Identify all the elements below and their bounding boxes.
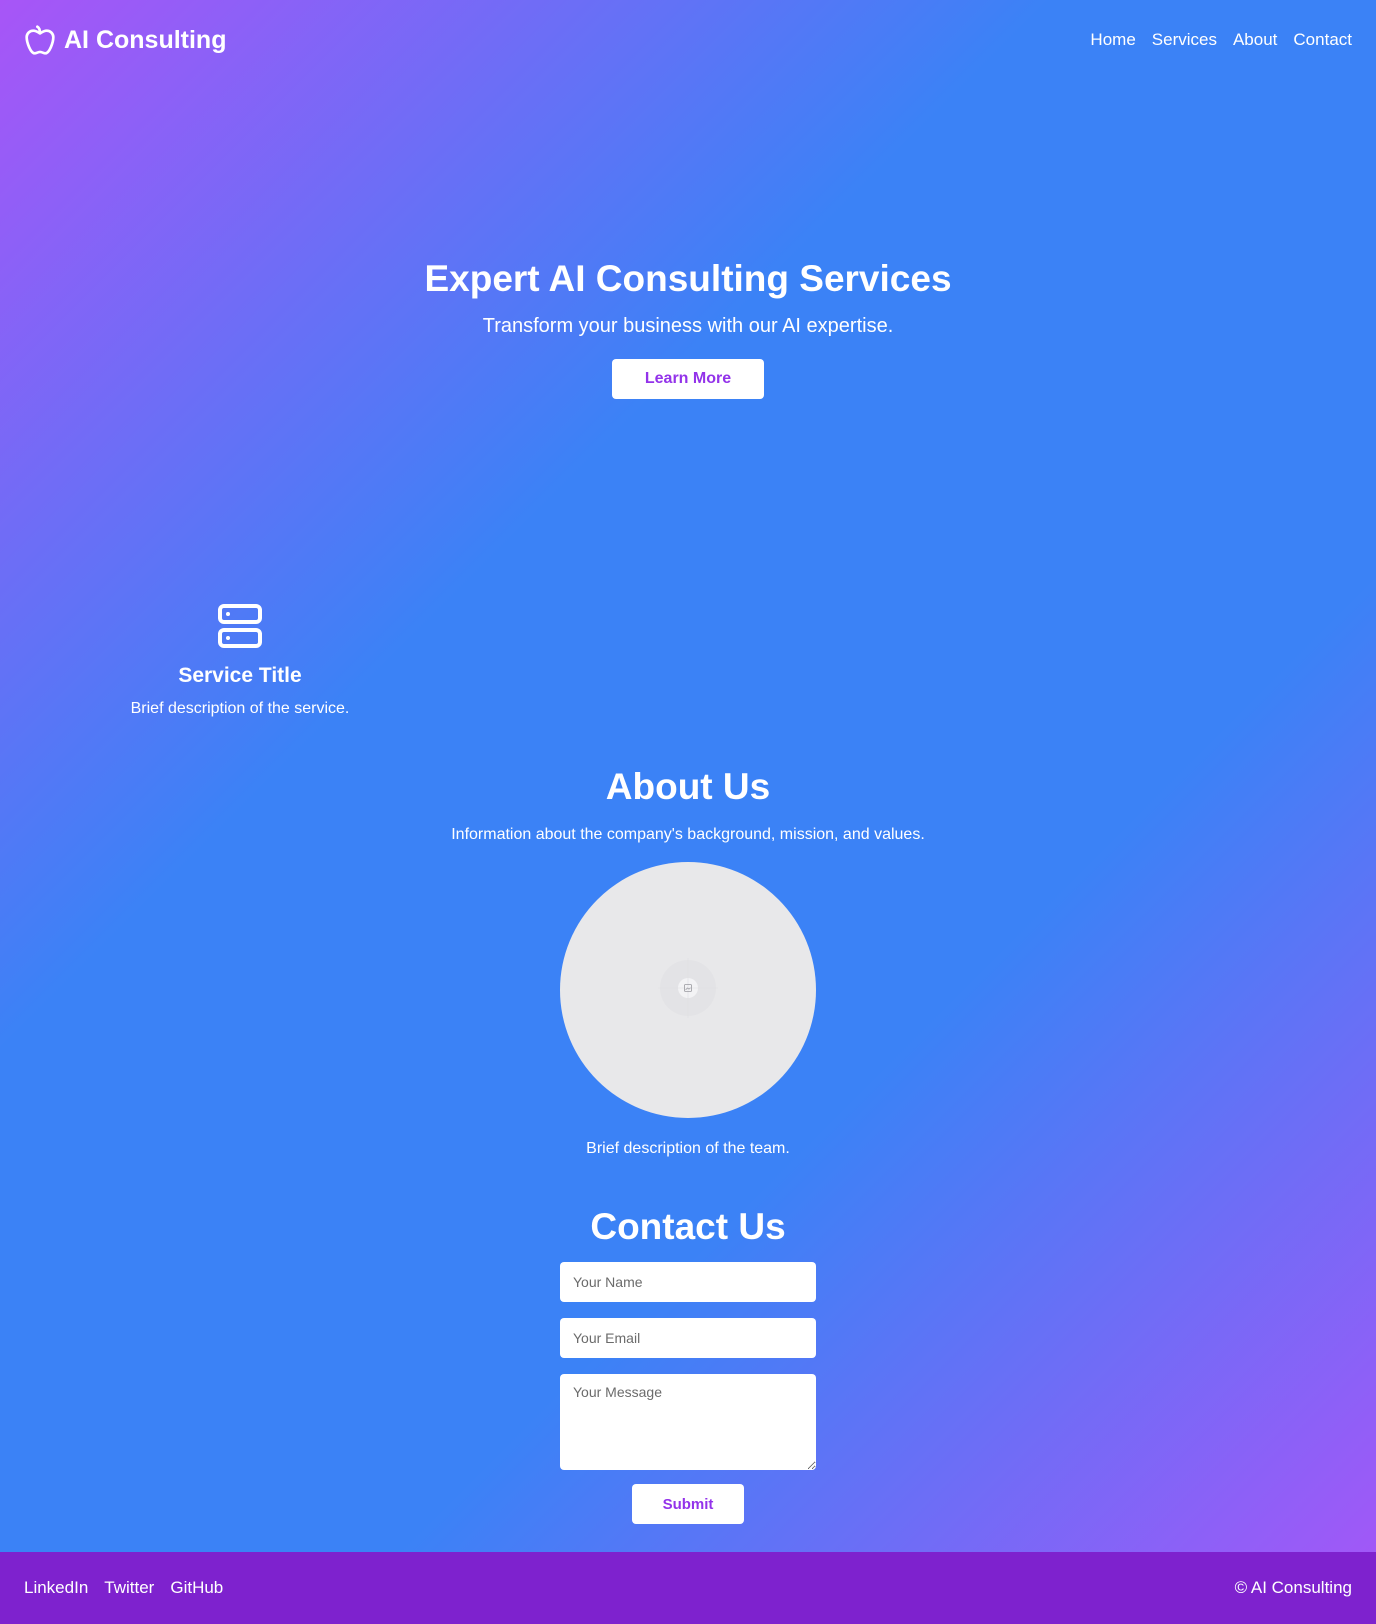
contact-title: Contact Us xyxy=(590,1206,786,1247)
name-input[interactable] xyxy=(560,1262,816,1302)
contact-section: Contact Us Submit xyxy=(0,1202,1376,1524)
nav-link-home[interactable]: Home xyxy=(1090,30,1135,50)
social-links: LinkedIn Twitter GitHub xyxy=(24,1578,223,1598)
footer-link-linkedin[interactable]: LinkedIn xyxy=(24,1578,88,1598)
email-input[interactable] xyxy=(560,1318,816,1358)
nav-link-contact[interactable]: Contact xyxy=(1293,30,1352,50)
submit-button[interactable]: Submit xyxy=(632,1484,744,1524)
hero-subtitle: Transform your business with our AI expe… xyxy=(482,315,894,337)
copyright-text: © AI Consulting xyxy=(1234,1578,1352,1597)
site-header: AI Consulting Home Services About Contac… xyxy=(0,0,1376,80)
team-description: Brief description of the team. xyxy=(586,1140,790,1157)
site-footer: LinkedIn Twitter GitHub © AI Consulting xyxy=(0,1552,1376,1624)
footer-link-github[interactable]: GitHub xyxy=(170,1578,223,1598)
nav-link-services[interactable]: Services xyxy=(1152,30,1217,50)
service-card: Service Title Brief description of the s… xyxy=(100,602,380,720)
about-text: Information about the company's backgrou… xyxy=(451,826,925,843)
learn-more-button[interactable]: Learn More xyxy=(612,359,764,399)
hero-section: Expert AI Consulting Services Transform … xyxy=(0,255,1376,399)
message-textarea[interactable] xyxy=(560,1374,816,1470)
hero-title: Expert AI Consulting Services xyxy=(424,258,952,299)
team-image xyxy=(560,862,816,1118)
brand[interactable]: AI Consulting xyxy=(24,24,226,56)
apple-icon xyxy=(24,24,56,56)
image-placeholder-icon xyxy=(658,957,718,1023)
nav-link-about[interactable]: About xyxy=(1233,30,1277,50)
service-description: Brief description of the service. xyxy=(130,700,350,717)
footer-link-twitter[interactable]: Twitter xyxy=(104,1578,154,1598)
server-icon xyxy=(216,602,264,650)
main-nav: Home Services About Contact xyxy=(1090,30,1352,50)
about-title: About Us xyxy=(605,766,771,807)
service-title: Service Title xyxy=(178,664,302,687)
about-section: About Us Information about the company's… xyxy=(0,762,1376,1160)
brand-name: AI Consulting xyxy=(64,25,227,54)
